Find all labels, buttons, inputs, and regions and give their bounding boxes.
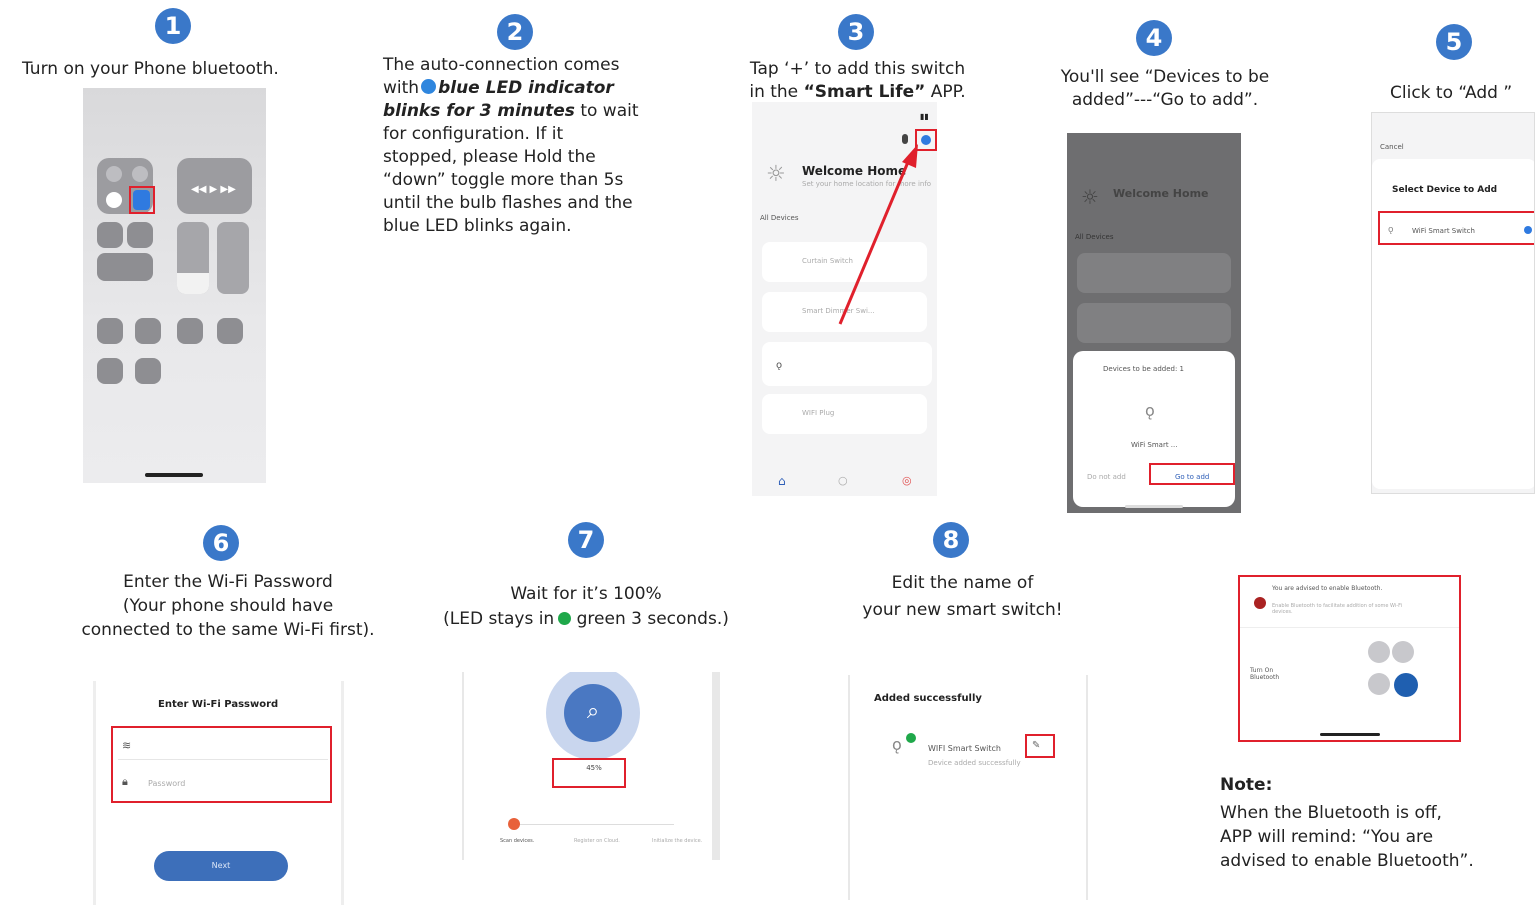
step5-caption: Click to “Add ” [1390,83,1513,103]
select-device-title: Select Device to Add [1392,185,1498,195]
note-line3: advised to enable Bluetooth”. [1220,851,1474,871]
step2-line1: The auto-connection comes [383,55,620,75]
smart-life-app-name: “Smart Life” [803,82,926,102]
step8-caption: Edit the name of your new smart switch! [830,570,1095,624]
step4-line1: You'll see “Devices to be [1060,67,1270,87]
step3-line1: Tap ‘+’ to add this switch [749,59,966,79]
blue-led-dot [421,79,437,94]
advice-subtitle: Enable Bluetooth to facilitate addition … [1272,603,1402,615]
step3-line2a: in the [749,82,804,102]
sun-icon-dim: ☼ [1081,185,1099,209]
step-scan-label: Scan devices. [500,838,535,844]
edit-name-highlight [1025,734,1055,758]
step2-emphasis2: blinks for 3 minutes [383,101,575,121]
step8-line1: Edit the name of [891,573,1034,593]
select-device-screenshot: Cancel Select Device to Add ǫ WiFi Smart… [1371,112,1535,494]
step6-caption: Enter the Wi-Fi Password (Your phone sho… [40,570,416,642]
bluetooth-reminder-screenshot: You are advised to enable Bluetooth. Ena… [1238,575,1461,742]
note-text: When the Bluetooth is off, APP will remi… [1220,801,1474,873]
step-number-7: 7 [568,522,604,558]
dialog-title: Devices to be added: 1 [1103,365,1185,373]
bluetooth-highlight [129,186,155,214]
step2-with: with [383,78,420,98]
next-button[interactable]: Next [154,851,288,881]
device-added-sub: Device added successfully [928,759,1021,767]
step2-rest4: “down” toggle more than 5s [383,170,624,190]
step-number-3: 3 [838,14,874,50]
welcome-home-dim: Welcome Home [1113,187,1209,200]
step-register-label: Register on Cloud. [574,838,620,844]
step2-rest2: for configuration. If it [383,124,564,144]
step7-line2a: (LED stays in [443,609,555,629]
device-row-highlight [1378,211,1534,245]
wifi-password-screenshot: Enter Wi-Fi Password ≋ 🔒︎ Password Next [93,681,344,905]
note-line1: When the Bluetooth is off, [1220,803,1442,823]
wifi-fields-highlight [111,726,332,803]
step2-rest5: until the bulb flashes and the [383,193,633,213]
step6-line2: (Your phone should have [122,596,334,616]
step7-caption: Wait for it’s 100% (LED stays in green 3… [406,582,766,632]
added-successfully-screenshot: Added successfully ǫ WIFI Smart Switch D… [848,675,1088,900]
turn-on-bluetooth-label: Turn On Bluetooth [1250,667,1280,681]
step-number-1: 1 [155,8,191,44]
control-center-screenshot: ◀◀ ▶ ▶▶ [83,88,266,483]
step4-caption: You'll see “Devices to be added”---“Go t… [1020,66,1310,112]
note-line2: APP will remind: “You are [1220,827,1434,847]
go-to-add-highlight [1149,463,1235,485]
search-icon: ⌕ [564,684,622,742]
step2-rest1: to wait [574,101,639,121]
do-not-add-button[interactable]: Do not add [1087,473,1126,481]
step-number-8: 8 [933,522,969,558]
added-successfully-title: Added successfully [874,693,982,704]
note-title: Note: [1220,775,1273,795]
step-initialize-label: Initialize the device. [652,838,703,844]
step8-line2: your new smart switch! [862,600,1063,620]
devices-to-be-added-screenshot: ☼ Welcome Home All Devices Devices to be… [1067,133,1241,513]
wifi-password-title: Enter Wi-Fi Password [158,699,279,710]
device-name-label: WIFI Smart Switch [928,744,1001,753]
step-scan-dot [508,818,520,830]
step7-line2b: green 3 seconds.) [571,609,729,629]
cancel-link[interactable]: Cancel [1380,143,1404,151]
step7-line1: Wait for it’s 100% [510,584,662,604]
step2-rest6: blue LED blinks again. [383,216,572,236]
step-number-2: 2 [497,14,533,50]
bluetooth-warning-icon [1254,597,1266,609]
step-number-5: 5 [1436,24,1472,60]
bluetooth-toggle-icon[interactable] [1394,673,1418,697]
step-number-4: 4 [1136,20,1172,56]
red-arrow [838,144,918,325]
bulb-icon: ǫ [1145,401,1155,420]
progress-screenshot: ⌕ 45% Scan devices. Register on Cloud. I… [462,672,720,860]
step2-instructions: The auto-connection comes with blue LED i… [383,54,693,238]
success-check-icon [906,733,916,743]
step3-line2c: APP. [925,82,966,102]
step2-emphasis1: blue LED indicator [438,78,614,98]
percent-highlight [552,758,626,788]
step6-line3: connected to the same Wi-Fi first). [81,620,375,640]
step6-line1: Enter the Wi-Fi Password [123,572,333,592]
bulb-icon: ǫ [892,735,902,754]
step2-rest3: stopped, please Hold the [383,147,596,167]
green-led-dot [558,612,572,625]
smart-life-home-screenshot: ▮▮ ☼ Welcome Home Set your home location… [752,102,937,496]
step4-line2: added”---“Go to add”. [1071,90,1259,110]
dialog-device-name: WiFi Smart ... [1131,441,1178,449]
step3-caption: Tap ‘+’ to add this switch in the “Smart… [710,58,1005,104]
advice-title: You are advised to enable Bluetooth. [1272,585,1383,592]
step1-caption: Turn on your Phone bluetooth. [22,59,279,79]
step-number-6: 6 [203,525,239,561]
all-devices-dim: All Devices [1075,233,1114,241]
